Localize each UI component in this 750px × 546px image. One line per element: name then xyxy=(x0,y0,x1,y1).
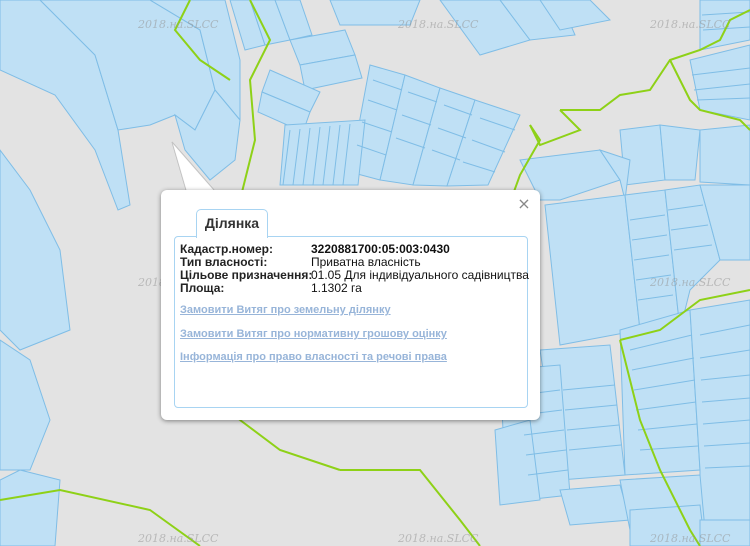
ownership-rights-info-link[interactable]: Інформація про право власності та речові… xyxy=(180,351,447,363)
map-watermark: 2018.на.SLCC xyxy=(138,532,219,545)
order-land-extract-link[interactable]: Замовити Витяг про земельну ділянку xyxy=(180,304,391,316)
parcel-details-panel: Кадастр.номер: 3220881700:05:003:0430 Ти… xyxy=(174,236,529,408)
map-watermark: 2018.на.SLCC xyxy=(650,18,731,31)
tab-parcel[interactable]: Ділянка xyxy=(196,209,268,238)
map-watermark: 2018.на.SLCC xyxy=(398,18,479,31)
field-label: Площа: xyxy=(180,281,225,295)
parcels-bottom xyxy=(0,469,61,546)
tab-parcel-label: Ділянка xyxy=(204,215,260,231)
parcel-info-popup: × Ділянка Кадастр.номер: 3220881700:05:0… xyxy=(161,190,540,420)
field-value: 1.1302 га xyxy=(311,281,362,295)
order-valuation-extract-link[interactable]: Замовити Витяг про нормативну грошову оц… xyxy=(180,328,447,340)
close-icon[interactable]: × xyxy=(516,196,532,212)
map-watermark: 2018.на.SLCC xyxy=(650,276,731,289)
map-watermark: 2018.на.SLCC xyxy=(138,18,219,31)
map-watermark: 2018.на.SLCC xyxy=(650,532,731,545)
map-watermark: 2018.на.SLCC xyxy=(398,532,479,545)
